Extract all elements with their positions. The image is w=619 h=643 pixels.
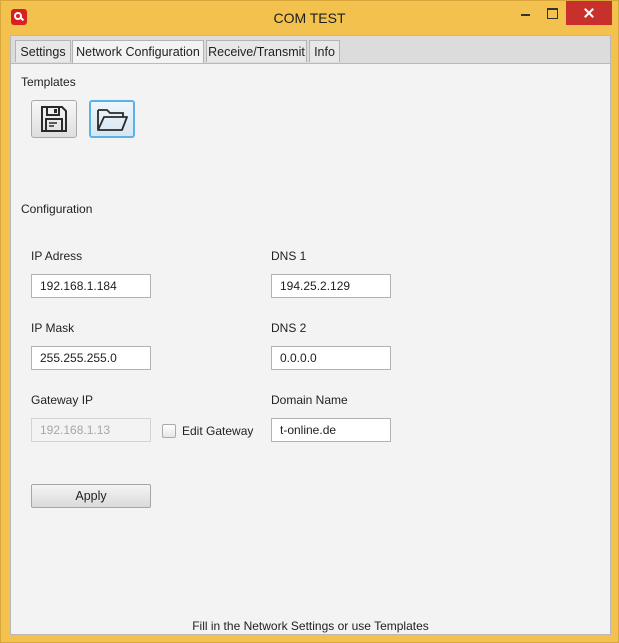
- tab-receive-transmit[interactable]: Receive/Transmit: [206, 40, 307, 62]
- gateway-ip-input: [31, 418, 151, 442]
- edit-gateway-label[interactable]: Edit Gateway: [182, 424, 253, 438]
- open-template-button[interactable]: [89, 100, 135, 138]
- gateway-ip-label: Gateway IP: [31, 393, 94, 407]
- folder-open-icon: [97, 109, 128, 131]
- status-message: Fill in the Network Settings or use Temp…: [192, 619, 429, 633]
- domain-name-label: Domain Name: [271, 393, 348, 407]
- floppy-disk-icon: [41, 106, 67, 132]
- tab-strip: Settings Network Configuration Receive/T…: [11, 36, 610, 64]
- tab-info[interactable]: Info: [309, 40, 340, 62]
- minimize-button[interactable]: [510, 1, 540, 25]
- close-button[interactable]: [566, 1, 612, 25]
- domain-name-input[interactable]: [271, 418, 391, 442]
- save-template-button[interactable]: [31, 100, 77, 138]
- templates-heading: Templates: [21, 75, 76, 89]
- dns1-input[interactable]: [271, 274, 391, 298]
- dns2-label: DNS 2: [271, 321, 307, 335]
- app-window: COM TEST Settings Network Configuration …: [0, 0, 619, 643]
- dns2-input[interactable]: [271, 346, 391, 370]
- dns1-label: DNS 1: [271, 249, 307, 263]
- configuration-heading: Configuration: [21, 202, 93, 216]
- maximize-button[interactable]: [540, 1, 566, 25]
- apply-button[interactable]: Apply: [31, 484, 151, 508]
- ip-mask-input[interactable]: [31, 346, 151, 370]
- main-panel: Settings Network Configuration Receive/T…: [10, 35, 611, 635]
- ip-address-label: IP Adress: [31, 249, 83, 263]
- tab-settings[interactable]: Settings: [15, 40, 71, 62]
- tab-network-configuration[interactable]: Network Configuration: [72, 40, 204, 63]
- ip-address-input[interactable]: [31, 274, 151, 298]
- ip-mask-label: IP Mask: [31, 321, 75, 335]
- edit-gateway-checkbox[interactable]: [162, 424, 176, 438]
- title-bar[interactable]: COM TEST: [1, 1, 618, 35]
